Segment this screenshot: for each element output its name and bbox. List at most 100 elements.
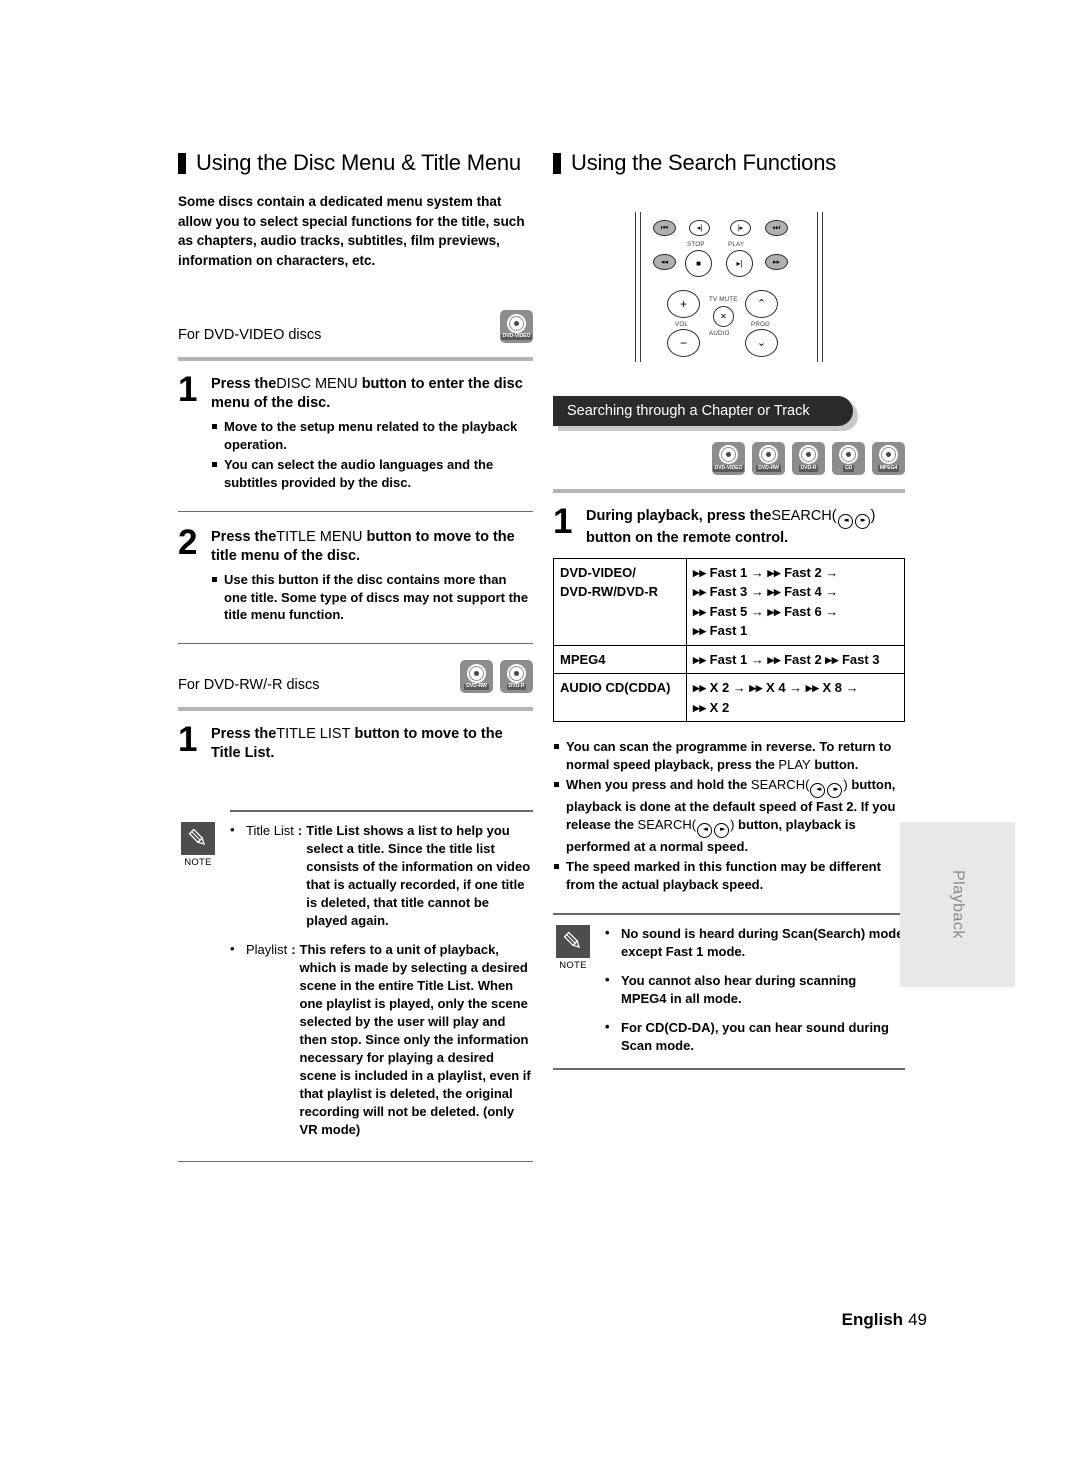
disc-support-row-dvd-video: For DVD-VIDEO discs DVD-VIDEO xyxy=(178,310,533,344)
note-term: Title List xyxy=(246,822,294,838)
right-column: Using the Search Functions ⏮ ◂| |▸ ⏭ STO… xyxy=(553,150,905,1086)
next-track-button[interactable]: ⏭ xyxy=(765,220,788,236)
table-row: DVD-VIDEO/ DVD-RW/DVD-R ▸▸ Fast 1 → ▸▸ F… xyxy=(553,557,905,646)
disc-icon-caption: DVD-RW xyxy=(464,683,489,690)
play-label: PLAY xyxy=(728,241,745,248)
step-number: 1 xyxy=(178,720,198,760)
program-down-button[interactable]: ⌄ xyxy=(745,329,778,357)
disc-platter-icon xyxy=(799,445,818,465)
note-bottom-rule xyxy=(553,1068,905,1070)
disc-platter-icon xyxy=(839,445,858,465)
cell-line: ▸▸ Fast 1 → ▸▸ Fast 2 → xyxy=(693,564,839,580)
disc-platter-icon xyxy=(759,445,778,465)
search-notes-list: You can scan the programme in reverse. T… xyxy=(553,738,905,893)
list-item: For CD(CD-DA), you can hear sound during… xyxy=(605,1018,905,1055)
cell-line: AUDIO CD(CDDA) xyxy=(560,680,671,696)
program-up-button[interactable]: ⌃ xyxy=(745,290,778,318)
search-reverse-icon: ◂◂ xyxy=(837,514,853,529)
step-title: During playback, press theSEARCH(◂◂ ▸▸) b… xyxy=(586,507,905,548)
note-body: Title List : Title List shows a list to … xyxy=(230,822,533,1139)
note-definition-title-list: Title List : Title List shows a list to … xyxy=(230,822,533,930)
left-column: Using the Disc Menu & Title Menu Some di… xyxy=(178,150,533,1178)
section-divider xyxy=(178,707,533,712)
disc-icon-group: DVD-RW DVD-R xyxy=(460,660,533,694)
note-definition-playlist: Playlist : This refers to a unit of play… xyxy=(230,941,533,1138)
subsection-banner-wrap: Searching through a Chapter or Track xyxy=(553,396,905,431)
list-item: When you press and hold the SEARCH(◂◂ ▸▸)… xyxy=(553,776,905,855)
note-icon-group: NOTE xyxy=(178,821,218,868)
search-forward-icon: ▸▸ xyxy=(827,783,843,799)
section-divider xyxy=(178,357,533,362)
stop-label: STOP xyxy=(687,241,705,248)
rewind-button[interactable]: ◂◂ xyxy=(653,254,676,270)
list-item: Move to the setup menu related to the pl… xyxy=(211,418,533,453)
note-colon: : xyxy=(291,942,296,958)
footer-language: English xyxy=(841,1310,904,1329)
right-heading-text: Using the Search Functions xyxy=(571,150,837,175)
cell-line: ▸▸ Fast 3 → ▸▸ Fast 4 → xyxy=(693,584,839,600)
remote-edge-line xyxy=(822,212,823,362)
note-top-rule xyxy=(230,810,533,812)
table-row: MPEG4 ▸▸ Fast 1 → ▸▸ Fast 2 ▸▸ Fast 3 xyxy=(553,644,905,675)
note-top-rule xyxy=(553,913,905,915)
step-title-list: 1 Press theTITLE LIST button to move to … xyxy=(178,720,533,762)
cell-line: ▸▸ X 2 → ▸▸ X 4 → ▸▸ X 8 → xyxy=(693,680,859,696)
left-heading-text: Using the Disc Menu & Title Menu xyxy=(196,150,521,175)
manual-page: Using the Disc Menu & Title Menu Some di… xyxy=(0,0,1080,1470)
step-title-part-d: button on the remote control. xyxy=(586,530,789,546)
disc-icon-caption: DVD-VIDEO xyxy=(500,333,533,340)
stop-button[interactable]: ■ xyxy=(685,250,712,277)
note-term: Playlist xyxy=(246,942,288,958)
search-button-name: SEARCH( xyxy=(750,777,810,793)
subsection-banner: Searching through a Chapter or Track xyxy=(553,396,853,426)
cd-disc-icon: CD xyxy=(832,442,865,475)
disc-icon-group: DVD-VIDEO xyxy=(500,310,533,344)
note-bottom-rule xyxy=(178,1160,533,1163)
note-description: Title List shows a list to help you sele… xyxy=(306,822,531,928)
list-item: Use this button if the disc contains mor… xyxy=(211,571,533,624)
search-forward-icon: ▸▸ xyxy=(714,822,730,838)
step-title-button-name: TITLE LIST xyxy=(276,726,351,743)
note-caption: NOTE xyxy=(559,959,587,971)
table-cell-speeds: ▸▸ Fast 1 → ▸▸ Fast 2 ▸▸ Fast 3 xyxy=(686,644,905,675)
cell-line: DVD-RW/DVD-R xyxy=(560,584,658,600)
program-label: PROG xyxy=(751,321,771,328)
cell-line: ▸▸ Fast 5 → ▸▸ Fast 6 → xyxy=(693,603,839,619)
remote-edge-line xyxy=(817,212,818,362)
prev-track-button[interactable]: ⏮ xyxy=(653,220,676,236)
table-cell-disc-type: MPEG4 xyxy=(553,644,687,675)
dvd-rw-disc-icon: DVD-RW xyxy=(460,660,493,694)
table-cell-disc-type: DVD-VIDEO/ DVD-RW/DVD-R xyxy=(553,557,687,646)
volume-down-button[interactable]: − xyxy=(667,329,700,357)
step-title-part-a: During playback, press the xyxy=(586,508,772,524)
right-section-heading: Using the Search Functions xyxy=(553,150,905,176)
cell-line: ▸▸ Fast 1 → ▸▸ Fast 2 ▸▸ Fast 3 xyxy=(693,651,880,667)
step-title: Press theTITLE MENU button to move to th… xyxy=(211,528,533,565)
step-reverse-button[interactable]: ◂| xyxy=(689,220,710,236)
tv-mute-label: TV MUTE xyxy=(709,296,738,303)
volume-up-button[interactable]: + xyxy=(667,290,700,318)
fast-forward-button[interactable]: ▸▸ xyxy=(765,254,788,270)
note-description: This refers to a unit of playback, which… xyxy=(299,942,531,1137)
step-forward-button[interactable]: |▸ xyxy=(730,220,751,236)
search-button-name: SEARCH( xyxy=(637,816,697,832)
mute-button[interactable]: ✕ xyxy=(713,306,734,327)
play-pause-button[interactable]: ▸| xyxy=(726,250,753,277)
disc-platter-icon xyxy=(879,445,898,465)
note-block-left: NOTE Title List : Title List shows a lis… xyxy=(178,821,533,1139)
dvd-video-disc-icon: DVD-VIDEO xyxy=(712,442,745,475)
bullet-text-a: When you press and hold the xyxy=(566,777,751,793)
note-colon: : xyxy=(297,822,303,838)
list-item: You cannot also hear during scanning MPE… xyxy=(605,971,905,1008)
note-caption: NOTE xyxy=(184,856,212,868)
step-disc-menu: 1 Press theDISC MENU button to enter the… xyxy=(178,372,533,494)
dvd-rw-disc-icon: DVD-RW xyxy=(752,442,785,475)
search-reverse-icon: ◂◂ xyxy=(697,822,713,838)
disc-platter-icon xyxy=(467,663,486,683)
heading-bar-icon xyxy=(178,152,186,174)
table-cell-speeds: ▸▸ X 2 → ▸▸ X 4 → ▸▸ X 8 → ▸▸ X 2 xyxy=(686,673,905,723)
step-search-button: 1 During playback, press theSEARCH(◂◂ ▸▸)… xyxy=(553,504,905,548)
step-title-button-name: DISC MENU xyxy=(276,376,358,393)
list-item: You can scan the programme in reverse. T… xyxy=(553,738,905,773)
step-title-part-a: Press the xyxy=(211,376,277,393)
